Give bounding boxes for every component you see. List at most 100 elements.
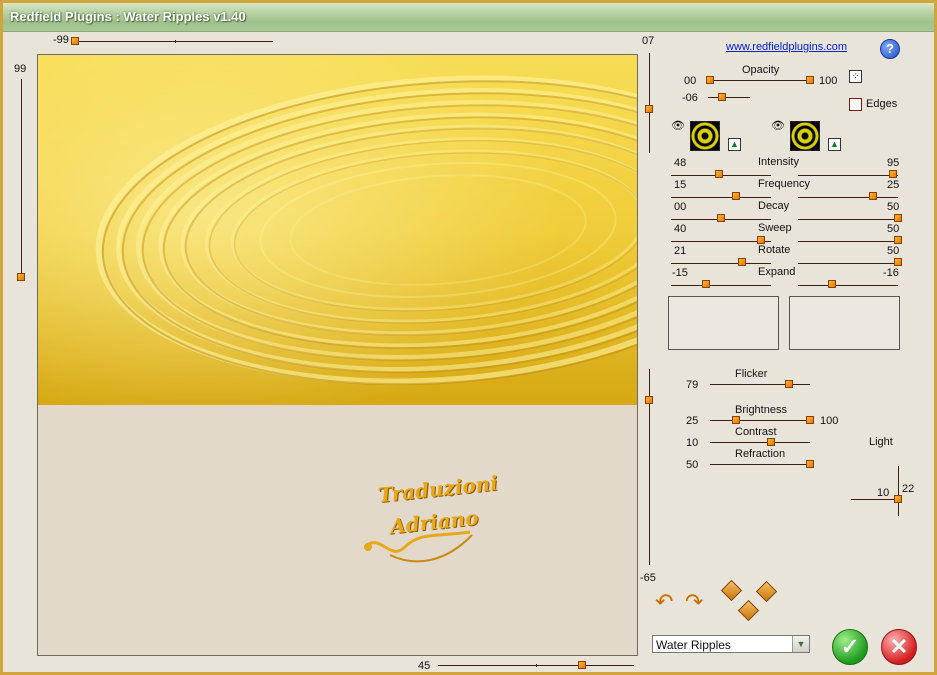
rotate-right-value: 50 — [887, 245, 900, 257]
offset-slider-track[interactable] — [708, 97, 750, 98]
brightness-max: 100 — [820, 415, 839, 427]
refraction-value: 50 — [686, 459, 699, 471]
expand-slider-right-knob[interactable] — [828, 280, 836, 288]
brightness-value: 25 — [686, 415, 699, 427]
light-label: Light — [869, 436, 893, 448]
brightness-slider-track[interactable] — [710, 420, 814, 421]
top-slider-tick — [175, 40, 176, 43]
rotate-slider-right-track[interactable] — [798, 263, 898, 264]
opacity-max: 100 — [819, 75, 838, 87]
right-bottom-slider-knob[interactable] — [645, 396, 653, 404]
eye-icon[interactable]: 👁 — [671, 119, 685, 132]
plugin-window: Redfield Plugins : Water Ripples v1.40 -… — [0, 0, 937, 675]
intensity-left-value: 48 — [674, 157, 687, 169]
contrast-value: 10 — [686, 437, 699, 449]
undo-arrow-icon[interactable]: ↶ — [655, 591, 673, 613]
sweep-left-value: 40 — [674, 223, 687, 235]
right-top-slider-value: 07 — [642, 35, 655, 47]
color-swatch-2[interactable] — [790, 121, 820, 151]
redo-arrow-icon[interactable]: ↷ — [685, 591, 703, 613]
expand-slider-left-knob[interactable] — [702, 280, 710, 288]
opacity-slider-track[interactable] — [708, 80, 814, 81]
random-dice-icon-2[interactable] — [755, 580, 778, 603]
offset-slider-knob[interactable] — [718, 93, 726, 101]
effect-select-value: Water Ripples — [656, 638, 731, 652]
watermark-text-1: Traduzioni — [377, 470, 499, 508]
contrast-slider-knob[interactable] — [767, 438, 775, 446]
expand-left-value: -15 — [672, 267, 688, 279]
color-swatch-1[interactable] — [690, 121, 720, 151]
intensity-slider-right-knob[interactable] — [889, 170, 897, 178]
rotate-label: Rotate — [758, 244, 791, 256]
rotate-slider-right-knob[interactable] — [894, 258, 902, 266]
random-dice-icon-3[interactable] — [737, 599, 760, 622]
intensity-right-value: 95 — [887, 157, 900, 169]
ripple-preview-image[interactable] — [38, 55, 637, 405]
bottom-slider-value: 45 — [418, 660, 431, 672]
intensity-slider-right-track[interactable] — [798, 175, 898, 176]
rotate-slider-left-knob[interactable] — [738, 258, 746, 266]
decay-slider-right-knob[interactable] — [894, 214, 902, 222]
cancel-button[interactable]: ✕ — [881, 629, 917, 665]
frequency-label: Frequency — [758, 178, 810, 190]
left-slider-track[interactable] — [21, 79, 22, 279]
refraction-slider-knob[interactable] — [806, 460, 814, 468]
expand-slider-right-track[interactable] — [798, 285, 898, 286]
chevron-down-icon[interactable]: ▼ — [792, 636, 809, 652]
frequency-slider-right-track[interactable] — [798, 197, 898, 198]
contrast-slider-track[interactable] — [710, 442, 810, 443]
decay-right-value: 50 — [887, 201, 900, 213]
top-slider-value: -99 — [53, 34, 69, 46]
sweep-right-value: 50 — [887, 223, 900, 235]
decay-slider-left-knob[interactable] — [717, 214, 725, 222]
mini-preview-left[interactable] — [668, 296, 779, 350]
left-slider-value: 99 — [14, 63, 27, 75]
rotate-slider-left-track[interactable] — [671, 263, 771, 264]
bottom-slider-knob[interactable] — [578, 661, 586, 669]
brightness-slider-knob[interactable] — [732, 416, 740, 424]
opacity-max-knob[interactable] — [806, 76, 814, 84]
title-bar: Redfield Plugins : Water Ripples v1.40 — [3, 3, 934, 32]
opacity-min-knob[interactable] — [706, 76, 714, 84]
mini-preview-right[interactable] — [789, 296, 900, 350]
preview-panel[interactable]: Traduzioni Adriano — [37, 54, 638, 656]
ok-button[interactable]: ✓ — [832, 629, 868, 665]
tree-icon-2[interactable]: ▲ — [828, 138, 841, 151]
sweep-label: Sweep — [758, 222, 792, 234]
edges-checkbox[interactable] — [849, 98, 862, 111]
expand-slider-left-track[interactable] — [671, 285, 771, 286]
decay-slider-right-track[interactable] — [798, 219, 898, 220]
frequency-slider-left-track[interactable] — [671, 197, 771, 198]
right-top-slider-track[interactable] — [649, 53, 650, 153]
sweep-slider-right-track[interactable] — [798, 241, 898, 242]
eye-icon-2[interactable]: 👁 — [771, 119, 785, 132]
refraction-slider-track[interactable] — [710, 464, 814, 465]
light-y-value: 22 — [902, 483, 915, 495]
frequency-slider-left-knob[interactable] — [732, 192, 740, 200]
sweep-slider-left-knob[interactable] — [757, 236, 765, 244]
effect-select[interactable]: Water Ripples ▼ — [652, 635, 810, 653]
top-slider-track[interactable] — [73, 41, 273, 42]
frequency-slider-right-knob[interactable] — [869, 192, 877, 200]
light-position-knob[interactable] — [894, 495, 902, 503]
left-slider-knob[interactable] — [17, 273, 25, 281]
flicker-label: Flicker — [735, 368, 768, 380]
right-top-slider-knob[interactable] — [645, 105, 653, 113]
refraction-label: Refraction — [735, 448, 786, 460]
bottom-slider-tick — [536, 664, 537, 667]
flicker-slider-track[interactable] — [710, 384, 810, 385]
intensity-slider-left-knob[interactable] — [715, 170, 723, 178]
random-dice-icon-1[interactable] — [720, 579, 743, 602]
website-link[interactable]: www.redfieldplugins.com — [726, 41, 847, 53]
sweep-slider-left-track[interactable] — [671, 241, 771, 242]
tree-icon[interactable]: ▲ — [728, 138, 741, 151]
top-slider-knob[interactable] — [71, 37, 79, 45]
sweep-slider-right-knob[interactable] — [894, 236, 902, 244]
watermark-flourish-icon — [363, 530, 473, 563]
expand-right-value: -16 — [883, 267, 899, 279]
help-icon[interactable]: ? — [880, 39, 900, 59]
flicker-slider-knob[interactable] — [785, 380, 793, 388]
brightness-max-knob[interactable] — [806, 416, 814, 424]
randomize-icon[interactable]: ⁘ — [849, 70, 862, 83]
light-vertical-track[interactable] — [898, 466, 899, 516]
